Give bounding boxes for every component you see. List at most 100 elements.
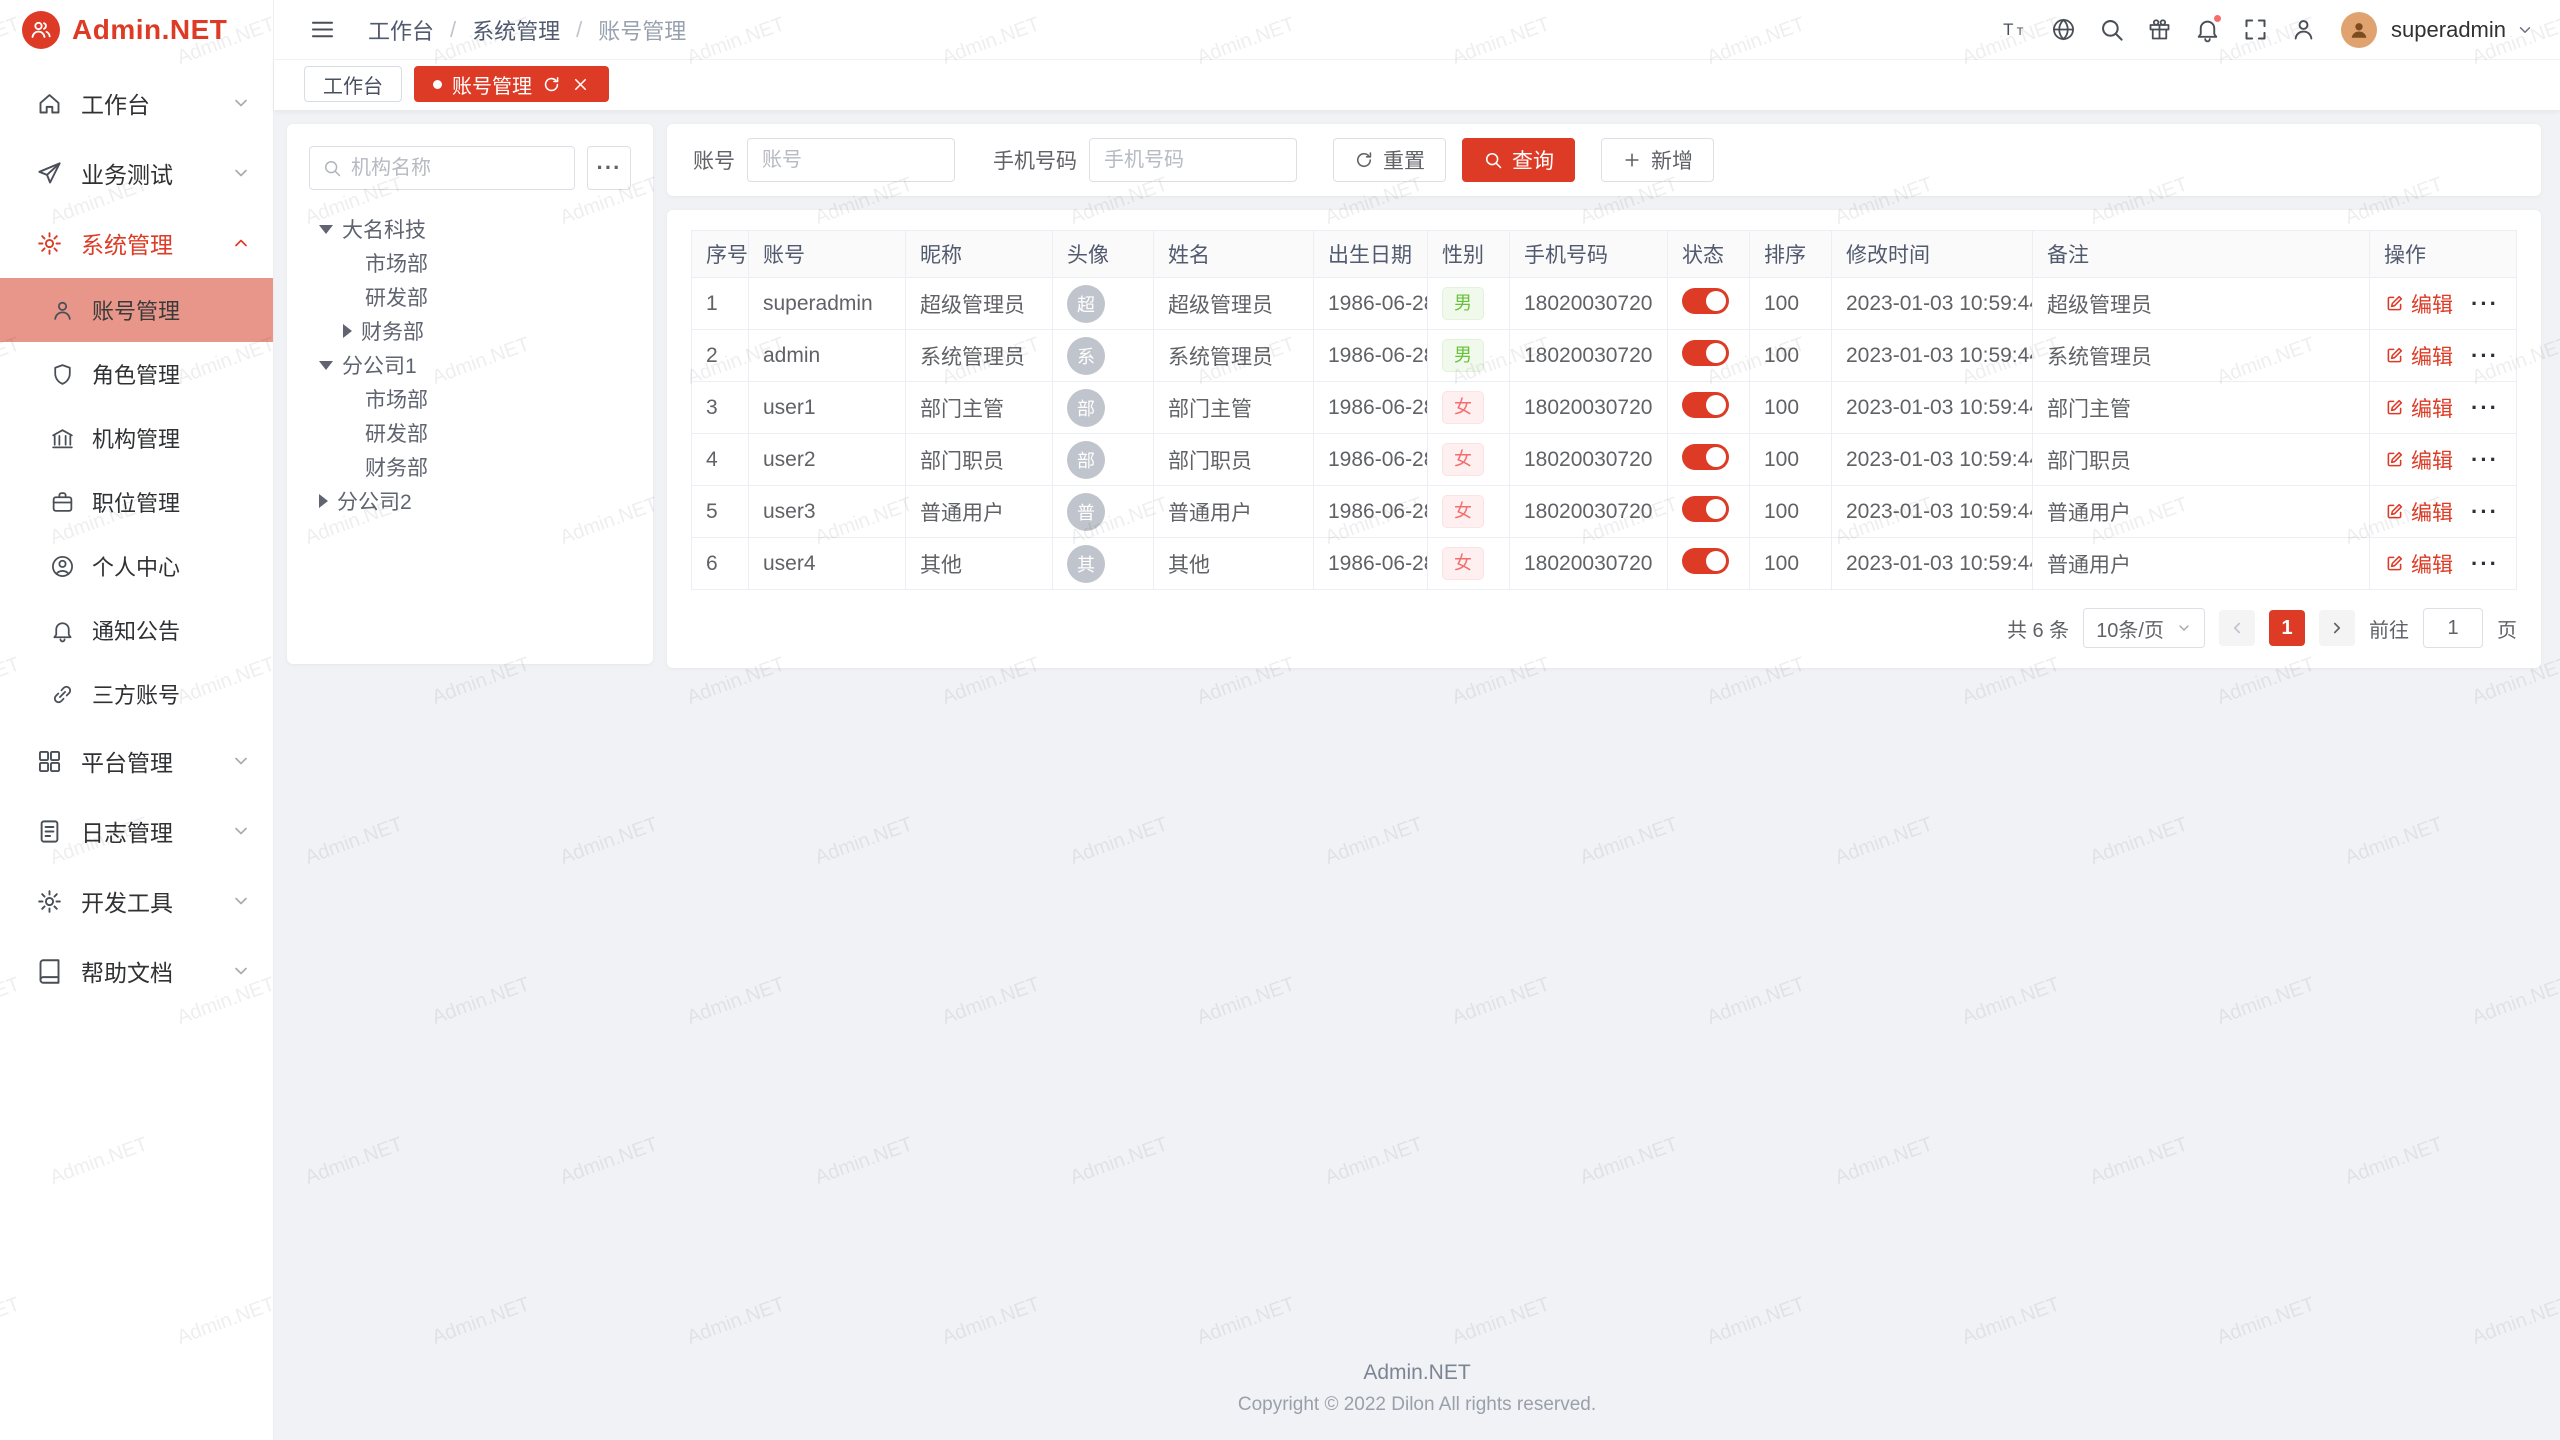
global-search-button[interactable]	[2089, 8, 2133, 52]
chevron-down-icon	[231, 891, 251, 911]
collapse-menu-button[interactable]	[300, 8, 344, 52]
edit-label: 编辑	[2411, 393, 2453, 423]
tree-more-button[interactable]: ···	[587, 146, 631, 190]
page-content: ··· 大名科技 市场部 研发部 财务部 分公司1 市场部 研发部 财务部 分公…	[274, 110, 2560, 668]
sidebar-item-business-test[interactable]: 业务测试	[0, 138, 273, 208]
more-actions-button[interactable]: ···	[2471, 551, 2499, 576]
logo-icon	[22, 11, 60, 49]
tree-node[interactable]: 分公司2	[309, 484, 631, 518]
column-header: 修改时间	[1832, 231, 2033, 278]
sidebar-item-label: 开发工具	[81, 884, 173, 918]
sidebar-item-help-docs[interactable]: 帮助文档	[0, 936, 273, 1006]
more-actions-button[interactable]: ···	[2471, 395, 2499, 420]
cell-account: user2	[749, 434, 906, 486]
fullscreen-button[interactable]	[2233, 8, 2277, 52]
gender-badge: 女	[1442, 443, 1484, 475]
org-search-input[interactable]	[351, 157, 562, 180]
cell-order: 100	[1750, 330, 1832, 382]
refresh-icon[interactable]	[542, 75, 561, 94]
tree-node[interactable]: 市场部	[309, 382, 631, 416]
breadcrumb-item[interactable]: 工作台	[368, 14, 434, 46]
username-label[interactable]: superadmin	[2391, 17, 2506, 43]
status-toggle[interactable]	[1682, 496, 1729, 522]
close-icon[interactable]	[571, 75, 590, 94]
tree-node[interactable]: 市场部	[309, 246, 631, 280]
hamburger-icon	[309, 16, 336, 43]
chevron-left-icon	[2228, 619, 2246, 637]
footer-app-name: Admin.NET	[274, 1361, 2560, 1385]
profile-settings-button[interactable]	[2281, 8, 2325, 52]
sidebar-item-platform-management[interactable]: 平台管理	[0, 726, 273, 796]
more-actions-button[interactable]: ···	[2471, 343, 2499, 368]
page-size-select[interactable]: 10条/页	[2083, 608, 2205, 648]
more-actions-button[interactable]: ···	[2471, 447, 2499, 472]
edit-button[interactable]: 编辑	[2384, 549, 2453, 579]
sidebar-item-notices[interactable]: 通知公告	[0, 598, 273, 662]
cell-nickname: 普通用户	[906, 486, 1053, 538]
status-toggle[interactable]	[1682, 340, 1729, 366]
more-actions-button[interactable]: ···	[2471, 291, 2499, 316]
page-number-button[interactable]: 1	[2269, 610, 2305, 646]
sidebar-item-role-management[interactable]: 角色管理	[0, 342, 273, 406]
goto-page-input[interactable]	[2423, 608, 2483, 648]
tab-workbench[interactable]: 工作台	[304, 66, 402, 102]
tree-node[interactable]: 分公司1	[309, 348, 631, 382]
caret-right-icon[interactable]	[343, 324, 352, 338]
sidebar-item-label: 角色管理	[92, 358, 180, 390]
phone-input[interactable]	[1089, 138, 1297, 182]
status-toggle[interactable]	[1682, 548, 1729, 574]
font-size-button[interactable]: TT	[1993, 8, 2037, 52]
tab-account-management[interactable]: 账号管理	[414, 66, 609, 102]
edit-label: 编辑	[2411, 497, 2453, 527]
sidebar-item-label: 帮助文档	[81, 954, 173, 988]
gender-badge: 女	[1442, 391, 1484, 423]
tree-node[interactable]: 大名科技	[309, 212, 631, 246]
tree-node[interactable]: 财务部	[309, 450, 631, 484]
sidebar-item-position-management[interactable]: 职位管理	[0, 470, 273, 534]
cell-birthdate: 1986-06-28	[1314, 434, 1428, 486]
status-toggle[interactable]	[1682, 444, 1729, 470]
cell-account: user4	[749, 538, 906, 590]
user-avatar[interactable]	[2341, 12, 2377, 48]
add-button[interactable]: 新增	[1601, 138, 1714, 182]
edit-button[interactable]: 编辑	[2384, 393, 2453, 423]
sidebar-item-account-management[interactable]: 账号管理	[0, 278, 273, 342]
caret-down-icon[interactable]	[319, 361, 333, 370]
edit-button[interactable]: 编辑	[2384, 289, 2453, 319]
edit-button[interactable]: 编辑	[2384, 445, 2453, 475]
column-header: 序号	[692, 231, 749, 278]
language-button[interactable]	[2041, 8, 2085, 52]
tree-node[interactable]: 研发部	[309, 416, 631, 450]
edit-button[interactable]: 编辑	[2384, 341, 2453, 371]
edit-button[interactable]: 编辑	[2384, 497, 2453, 527]
column-header: 账号	[749, 231, 906, 278]
next-page-button[interactable]	[2319, 610, 2355, 646]
caret-down-icon[interactable]	[319, 225, 333, 234]
sidebar-item-log-management[interactable]: 日志管理	[0, 796, 273, 866]
sidebar-item-workbench[interactable]: 工作台	[0, 68, 273, 138]
sidebar-item-personal-center[interactable]: 个人中心	[0, 534, 273, 598]
sidebar-item-dev-tools[interactable]: 开发工具	[0, 866, 273, 936]
sidebar-item-org-management[interactable]: 机构管理	[0, 406, 273, 470]
notifications-button[interactable]	[2185, 8, 2229, 52]
sidebar-item-label: 职位管理	[92, 486, 180, 518]
column-header: 手机号码	[1510, 231, 1668, 278]
status-toggle[interactable]	[1682, 392, 1729, 418]
tree-node-label: 财务部	[361, 316, 424, 346]
tree-node[interactable]: 研发部	[309, 280, 631, 314]
reset-button[interactable]: 重置	[1333, 138, 1446, 182]
theme-button[interactable]	[2137, 8, 2181, 52]
tree-node-label: 研发部	[365, 418, 428, 448]
sidebar-item-system-management[interactable]: 系统管理	[0, 208, 273, 278]
status-toggle[interactable]	[1682, 288, 1729, 314]
query-button[interactable]: 查询	[1462, 138, 1575, 182]
account-input[interactable]	[747, 138, 955, 182]
breadcrumb-item[interactable]: 系统管理	[472, 14, 560, 46]
cell-modified-time: 2023-01-03 10:59:44	[1832, 382, 2033, 434]
prev-page-button[interactable]	[2219, 610, 2255, 646]
chevron-down-icon[interactable]	[2516, 21, 2534, 39]
more-actions-button[interactable]: ···	[2471, 499, 2499, 524]
tree-node[interactable]: 财务部	[309, 314, 631, 348]
caret-right-icon[interactable]	[319, 494, 328, 508]
sidebar-item-third-party-accounts[interactable]: 三方账号	[0, 662, 273, 726]
